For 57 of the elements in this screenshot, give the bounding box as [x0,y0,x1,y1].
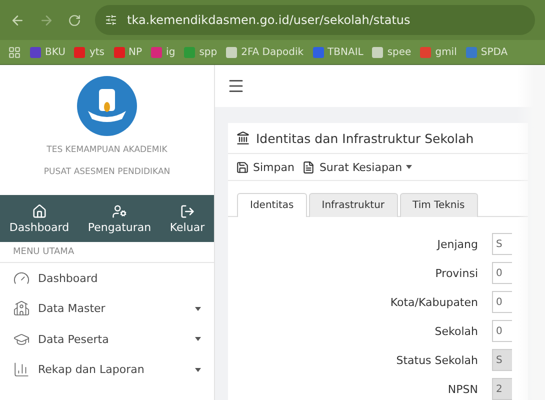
bookmark[interactable]: BKU [30,46,66,58]
bookmark[interactable]: gmil [420,46,457,58]
menu-label: Rekap dan Laporan [38,363,144,376]
field-label: Kota/Kabupaten [389,296,478,308]
menu-item[interactable]: Data Master [0,294,214,324]
tab[interactable]: Tim Teknis [400,193,478,217]
section-heading: MENU UTAMA [0,242,214,263]
gauge-icon [13,270,30,287]
field-label: Status Sekolah [395,354,478,366]
quick-nav-button[interactable]: Pengaturan [88,204,152,234]
settings-icon [112,204,127,218]
reload-icon[interactable] [68,14,81,26]
bookmark[interactable]: ig [151,46,176,58]
pdf-icon [302,160,316,174]
quick-nav-button[interactable]: Dashboard [9,204,70,234]
input-field[interactable]: 0 [492,291,512,313]
field-label: Jenjang [436,238,478,250]
site-info-icon[interactable] [105,14,117,26]
action-button[interactable]: Simpan [236,160,294,174]
bookmark[interactable]: yts [74,46,105,58]
logout-icon [180,204,195,218]
menu-label: Data Peserta [38,332,109,346]
menu-item[interactable]: Rekap dan Laporan [0,354,214,385]
save-icon [236,160,249,174]
bookmark[interactable]: SPDA [466,46,508,58]
input-field[interactable]: S [492,233,512,255]
field-label: Provinsi [434,266,478,280]
apps-icon[interactable] [8,46,21,58]
home-icon [32,204,47,218]
building-icon [13,300,30,318]
card-title: Identitas dan Infrastruktur Sekolah [256,130,474,146]
chart-icon [13,361,30,378]
field-label: NPSN [446,382,478,396]
input-field[interactable]: 0 [492,262,512,284]
org-name: TES KEMAMPUAN AKADEMIK [46,144,168,157]
menu-label: Data Master [38,302,106,316]
emblem-logo [76,75,138,137]
input-field[interactable]: 0 [492,320,512,342]
bookmark[interactable]: 2FA Dapodik [226,46,304,58]
forward-icon[interactable] [39,12,54,28]
menu-item[interactable]: Data Peserta [0,324,214,354]
quick-nav-button[interactable]: Keluar [170,204,205,234]
bookmark[interactable]: NP [114,46,142,58]
building-icon [236,131,250,145]
bookmark[interactable]: spee [372,46,412,58]
bookmark[interactable]: TBNAIL [312,46,364,58]
menu-item[interactable]: Dashboard [0,263,214,294]
menu-icon[interactable] [227,77,245,95]
org-name: PUSAT ASESMEN PENDIDIKAN [42,166,172,179]
address-bar[interactable]: tka.kemendikdasmen.go.id/user/sekolah/status [95,5,535,35]
field-label: Sekolah [434,324,478,338]
bookmark[interactable]: spp [184,46,218,58]
tab[interactable]: Infrastruktur [308,193,398,217]
action-button[interactable]: Surat Kesiapan [302,160,412,174]
menu-label: Dashboard [38,272,98,285]
back-icon[interactable] [10,12,25,28]
tab[interactable]: Identitas [237,193,307,217]
